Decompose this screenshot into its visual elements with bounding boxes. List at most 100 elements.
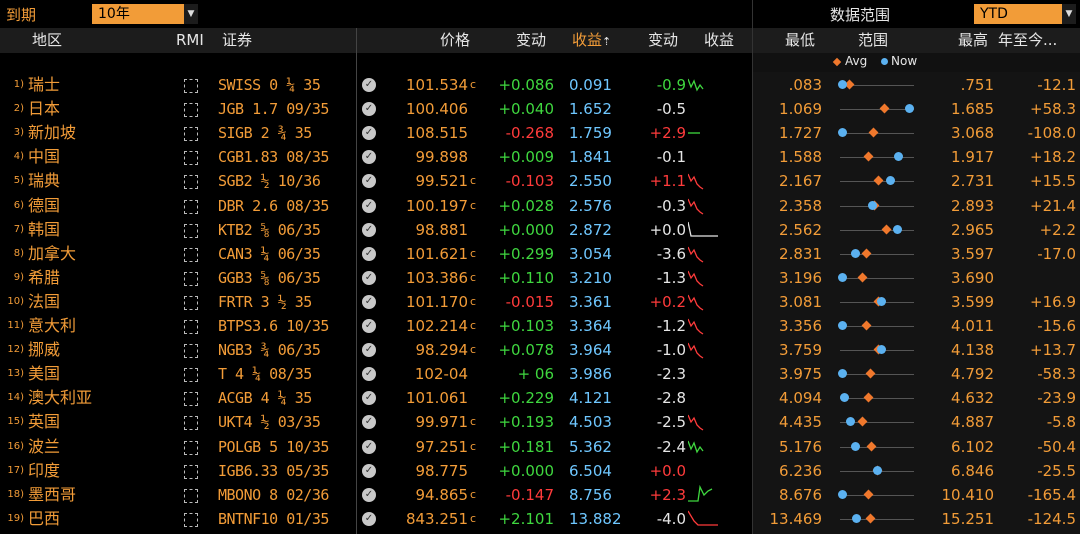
rmi-checkbox[interactable] [184,295,198,310]
rmi-checkbox[interactable] [184,199,198,214]
security-ticker[interactable]: DBR 2.6 08/35 [218,194,329,218]
table-row[interactable]: 3) 新加坡 SIGB 2 ¾ 35 ✓ 108.515 -0.268 1.759 +2.9 1… [0,121,1080,145]
col-header-ytd[interactable]: 年至今... [998,28,1057,53]
col-header-yield-change[interactable]: 变动 [648,28,678,53]
security-ticker[interactable]: CAN3 ¼ 06/35 [218,242,321,266]
table-row[interactable]: 2) 日本 JGB 1.7 09/35 ✓ 100.406 +0.040 1.652 -0.5… [0,97,1080,121]
security-ticker[interactable]: IGB6.33 05/35 [218,459,329,483]
security-ticker[interactable]: JGB 1.7 09/35 [218,97,329,121]
table-row[interactable]: 15) 英国 UKT4 ½ 03/35 ✓ 99.971 c +0.193 4.503 -2.5… [0,410,1080,434]
chevron-down-icon[interactable]: ▼ [1062,4,1076,24]
check-icon[interactable]: ✓ [362,174,376,189]
check-icon[interactable]: ✓ [362,198,376,213]
region-name[interactable]: 希腊 [28,266,60,290]
rmi-checkbox[interactable] [184,175,198,190]
table-row[interactable]: 18) 墨西哥 MBONO 8 02/36 ✓ 94.865 c -0.147 8.756 +2… [0,483,1080,507]
security-ticker[interactable]: T 4 ¼ 08/35 [218,362,312,386]
table-row[interactable]: 13) 美国 T 4 ¼ 08/35 ✓ 102-04 + 06 3.986 -2.3 3.97… [0,362,1080,386]
table-row[interactable]: 4) 中国 CGB1.83 08/35 ✓ 99.898 +0.009 1.841 -0.1 1… [0,145,1080,169]
region-name[interactable]: 新加坡 [28,121,76,145]
region-name[interactable]: 挪威 [28,338,60,362]
check-icon[interactable]: ✓ [362,415,376,430]
security-ticker[interactable]: SWISS 0 ¼ 35 [218,73,321,97]
check-icon[interactable]: ✓ [362,222,376,237]
table-row[interactable]: 14) 澳大利亚 ACGB 4 ¼ 35 ✓ 101.061 +0.229 4.121 -2.… [0,386,1080,410]
rmi-checkbox[interactable] [184,344,198,359]
table-row[interactable]: 6) 德国 DBR 2.6 08/35 ✓ 100.197 c +0.028 2.576 -0.… [0,194,1080,218]
table-row[interactable]: 9) 希腊 GGB3 ⅝ 06/35 ✓ 103.386 c +0.110 3.210 -1.3… [0,266,1080,290]
security-ticker[interactable]: FRTR 3 ½ 35 [218,290,312,314]
table-row[interactable]: 5) 瑞典 SGB2 ½ 10/36 ✓ 99.521 c -0.103 2.550 +1.1 2… [0,169,1080,193]
table-row[interactable]: 1) 瑞士 SWISS 0 ¼ 35 ✓ 101.534 c +0.086 0.091 -0.9… [0,73,1080,97]
col-header-yield[interactable]: 收益⇡ [572,28,611,53]
rmi-checkbox[interactable] [184,151,198,166]
col-header-yield-chart[interactable]: 收益 [704,28,734,53]
region-name[interactable]: 意大利 [28,314,76,338]
security-ticker[interactable]: ACGB 4 ¼ 35 [218,386,312,410]
security-ticker[interactable]: GGB3 ⅝ 06/35 [218,266,321,290]
security-ticker[interactable]: UKT4 ½ 03/35 [218,410,321,434]
check-icon[interactable]: ✓ [362,126,376,141]
col-header-price[interactable]: 价格 [440,28,470,53]
rmi-checkbox[interactable] [184,392,198,407]
check-icon[interactable]: ✓ [362,319,376,333]
maturity-dropdown[interactable]: 10年 ▼ [92,4,198,24]
security-ticker[interactable]: SGB2 ½ 10/36 [218,169,321,193]
rmi-checkbox[interactable] [184,103,198,118]
region-name[interactable]: 墨西哥 [28,483,76,507]
table-row[interactable]: 8) 加拿大 CAN3 ¼ 06/35 ✓ 101.621 c +0.299 3.054 -3.… [0,242,1080,266]
region-name[interactable]: 德国 [28,194,60,218]
col-header-range[interactable]: 范围 [858,28,888,53]
table-row[interactable]: 12) 挪威 NGB3 ¾ 06/35 ✓ 98.294 c +0.078 3.964 -1.0… [0,338,1080,362]
col-header-change[interactable]: 变动 [516,28,546,53]
security-ticker[interactable]: SIGB 2 ¾ 35 [218,121,312,145]
region-name[interactable]: 波兰 [28,435,60,459]
rmi-checkbox[interactable] [184,79,198,93]
check-icon[interactable]: ✓ [362,439,376,454]
rmi-checkbox[interactable] [184,416,198,431]
region-name[interactable]: 印度 [28,459,60,483]
region-name[interactable]: 英国 [28,410,60,434]
rmi-checkbox[interactable] [184,127,198,142]
check-icon[interactable]: ✓ [362,343,376,358]
region-name[interactable]: 中国 [28,145,60,169]
col-header-region[interactable]: 地区 [32,28,62,53]
security-ticker[interactable]: CGB1.83 08/35 [218,145,329,169]
region-name[interactable]: 瑞士 [28,73,60,97]
region-name[interactable]: 美国 [28,362,60,386]
security-ticker[interactable]: NGB3 ¾ 06/35 [218,338,321,362]
data-range-dropdown[interactable]: YTD ▼ [974,4,1076,24]
rmi-checkbox[interactable] [184,464,198,479]
region-name[interactable]: 加拿大 [28,242,76,266]
rmi-checkbox[interactable] [184,271,198,286]
check-icon[interactable]: ✓ [362,150,376,165]
region-name[interactable]: 瑞典 [28,169,60,193]
rmi-checkbox[interactable] [184,320,198,334]
check-icon[interactable]: ✓ [362,487,376,502]
col-header-rmi[interactable]: RMI [176,28,204,53]
region-name[interactable]: 巴西 [28,507,60,531]
col-header-security[interactable]: 证券 [222,28,252,53]
security-ticker[interactable]: BTPS3.6 10/35 [218,314,329,338]
security-ticker[interactable]: POLGB 5 10/35 [218,435,329,459]
check-icon[interactable]: ✓ [362,102,376,117]
check-icon[interactable]: ✓ [362,391,376,406]
rmi-checkbox[interactable] [184,512,198,527]
table-row[interactable]: 10) 法国 FRTR 3 ½ 35 ✓ 101.170 c -0.015 3.361 +0.2… [0,290,1080,314]
table-row[interactable]: 7) 韩国 KTB2 ⅝ 06/35 ✓ 98.881 +0.000 2.872 +0.0 2.… [0,218,1080,242]
rmi-checkbox[interactable] [184,368,198,383]
region-name[interactable]: 韩国 [28,218,60,242]
rmi-checkbox[interactable] [184,440,198,455]
check-icon[interactable]: ✓ [362,246,376,261]
region-name[interactable]: 日本 [28,97,60,121]
region-name[interactable]: 澳大利亚 [28,386,92,410]
security-ticker[interactable]: KTB2 ⅝ 06/35 [218,218,321,242]
check-icon[interactable]: ✓ [362,270,376,285]
security-ticker[interactable]: BNTNF10 01/35 [218,507,329,531]
table-row[interactable]: 16) 波兰 POLGB 5 10/35 ✓ 97.251 c +0.181 5.362 -2.… [0,435,1080,459]
col-header-high[interactable]: 最高 [958,28,988,53]
chevron-down-icon[interactable]: ▼ [184,4,198,24]
table-row[interactable]: 19) 巴西 BNTNF10 01/35 ✓ 843.251 c +2.101 13.882 -… [0,507,1080,531]
check-icon[interactable]: ✓ [362,511,376,526]
table-row[interactable]: 17) 印度 IGB6.33 05/35 ✓ 98.775 +0.000 6.504 +0.0… [0,459,1080,483]
